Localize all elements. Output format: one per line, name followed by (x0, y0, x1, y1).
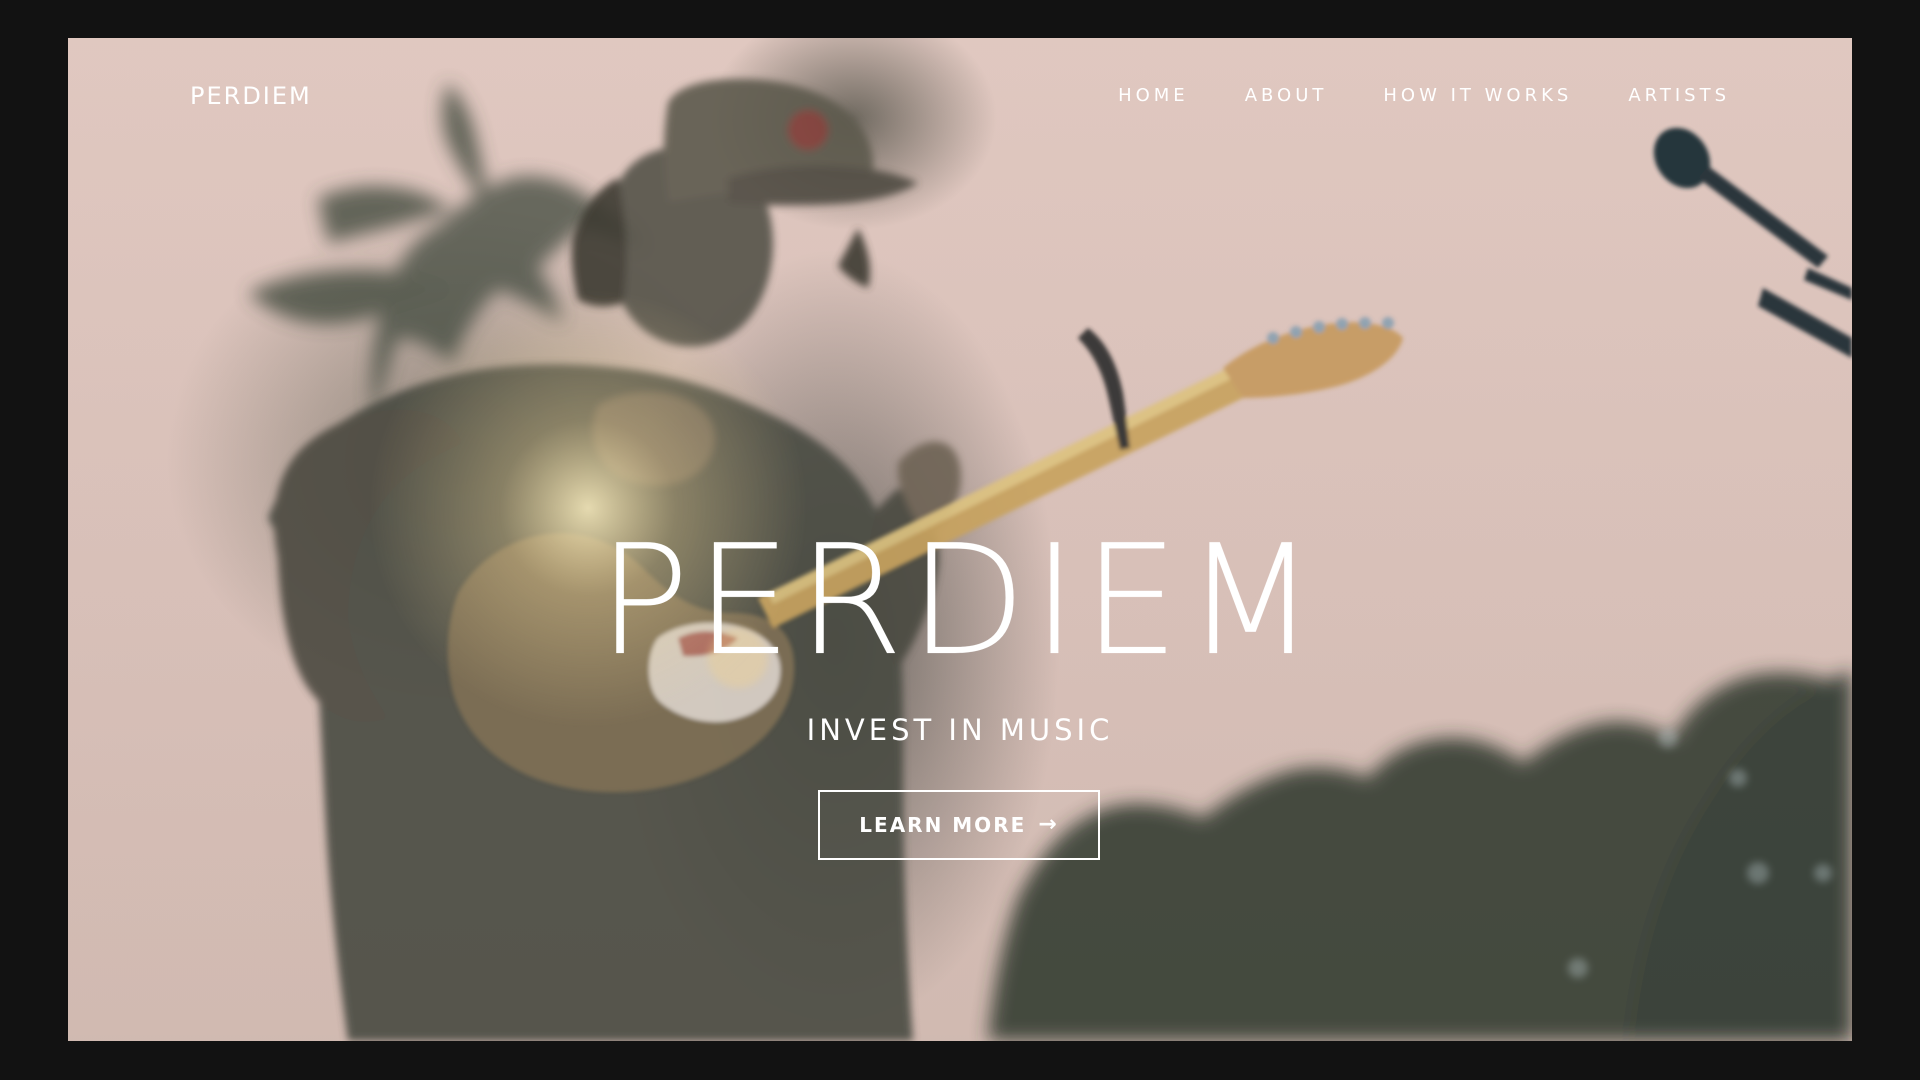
learn-more-button[interactable]: LEARN MORE → (818, 790, 1100, 860)
main-nav: HOME ABOUT HOW IT WORKS ARTISTS (1118, 85, 1730, 106)
learn-more-label: LEARN MORE (859, 813, 1027, 837)
arrow-right-icon: → (1038, 812, 1059, 837)
nav-how-it-works-link[interactable]: HOW IT WORKS (1383, 85, 1572, 106)
hero-subtitle: INVEST IN MUSIC (806, 713, 1114, 747)
brand-logo-text[interactable]: PERDIEM (190, 82, 312, 110)
nav-artists-link[interactable]: ARTISTS (1628, 85, 1730, 106)
hero-frame: PERDIEM HOME ABOUT HOW IT WORKS ARTISTS … (68, 38, 1852, 1041)
nav-home-link[interactable]: HOME (1118, 85, 1189, 106)
hero-title: PERDIEM (597, 512, 1323, 689)
nav-about-link[interactable]: ABOUT (1245, 85, 1328, 106)
top-navigation-bar: PERDIEM HOME ABOUT HOW IT WORKS ARTISTS (68, 38, 1852, 158)
